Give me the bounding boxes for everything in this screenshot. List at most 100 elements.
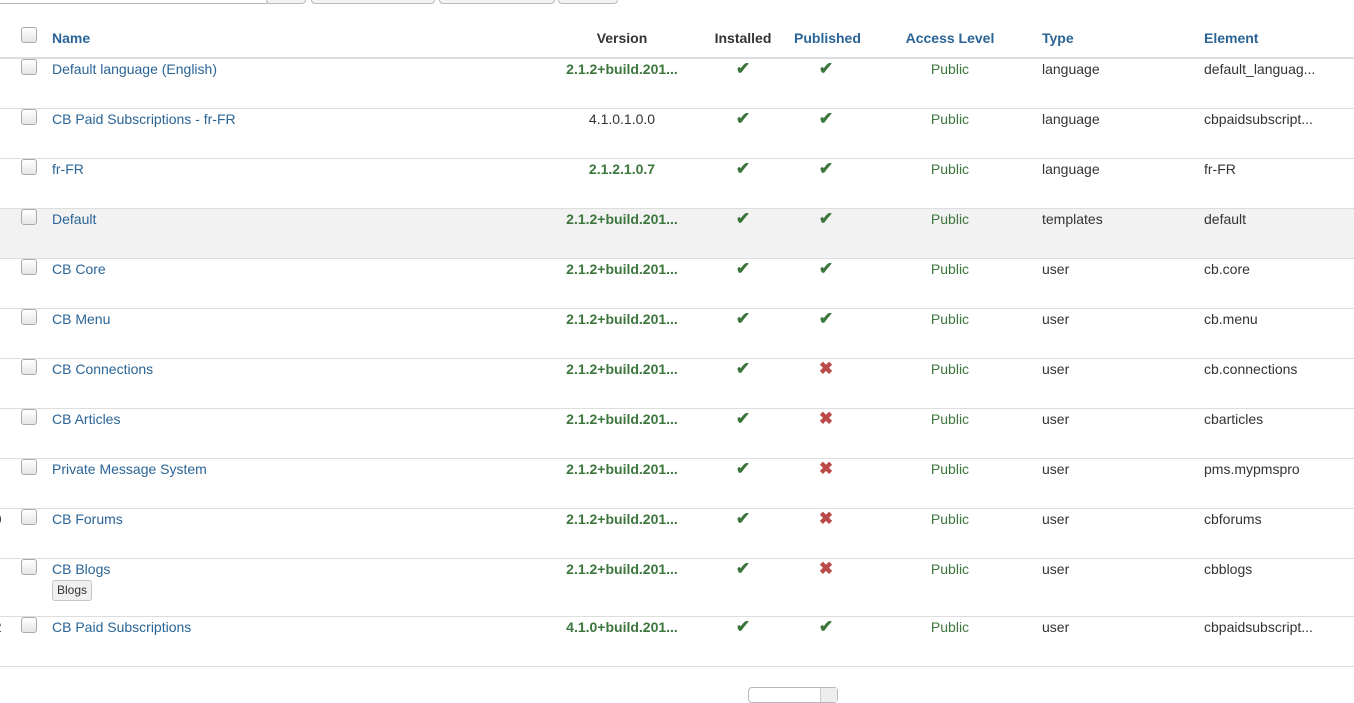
plugin-name-link[interactable]: CB Paid Subscriptions	[52, 619, 191, 635]
plugin-name-link[interactable]: CB Blogs	[52, 561, 110, 577]
unpublished-cross-icon[interactable]: ✖	[819, 509, 833, 528]
row-checkbox[interactable]	[21, 108, 37, 125]
pagination-limit-select[interactable]	[748, 687, 838, 703]
column-type-sort[interactable]: Type	[1042, 20, 1204, 59]
row-checkbox[interactable]	[21, 558, 37, 575]
row-checkbox[interactable]	[21, 158, 37, 175]
access-level-cell: Public	[930, 510, 970, 527]
published-cell: ✔	[794, 308, 858, 358]
installed-cell: ✔	[692, 158, 794, 208]
version-cell: 2.1.2+build.201...	[566, 210, 678, 227]
element-cell: cb.core	[1204, 260, 1250, 277]
access-level-cell: Public	[930, 260, 970, 277]
version-cell: 4.1.0+build.201...	[566, 618, 678, 635]
type-cell: user	[1042, 460, 1070, 477]
plugin-name-link[interactable]: Default language (English)	[52, 61, 217, 77]
column-element-sort[interactable]: Element	[1204, 20, 1354, 59]
published-check-icon[interactable]: ✔	[819, 309, 833, 328]
name-cell: CB Core	[52, 258, 552, 308]
row-checkbox[interactable]	[21, 358, 37, 375]
row-checkbox-cell	[6, 258, 52, 308]
row-checkbox[interactable]	[21, 308, 37, 325]
column-access-sort[interactable]: Access Level	[858, 20, 1042, 59]
element-cell: cbarticles	[1204, 410, 1264, 427]
plugin-name-link[interactable]: CB Paid Subscriptions - fr-FR	[52, 111, 236, 127]
access-level-cell: Public	[930, 61, 970, 77]
table-row: 1Default language (English)2.1.2+build.2…	[0, 58, 1354, 108]
select-all-checkbox[interactable]	[21, 27, 37, 43]
published-check-icon[interactable]: ✔	[819, 209, 833, 228]
published-cell: ✖	[794, 508, 858, 558]
filter-button-2[interactable]	[439, 0, 555, 4]
version-cell: 4.1.0.1.0.0	[588, 110, 656, 127]
element-cell: default_languag...	[1204, 61, 1316, 77]
table-row: 9Private Message System2.1.2+build.201..…	[0, 458, 1354, 508]
name-cell: CB Paid Subscriptions	[52, 616, 552, 666]
version-cell: 2.1.2+build.201...	[566, 360, 678, 377]
type-cell: user	[1042, 618, 1070, 635]
element-cell: cbblogs	[1204, 560, 1253, 577]
column-name-sort[interactable]: Name	[52, 20, 552, 59]
element-cell: fr-FR	[1204, 160, 1236, 177]
published-check-icon[interactable]: ✔	[819, 59, 833, 78]
row-checkbox[interactable]	[21, 616, 37, 633]
column-published-sort[interactable]: Published	[794, 20, 861, 59]
row-checkbox[interactable]	[21, 408, 37, 425]
plugin-name-link[interactable]: Private Message System	[52, 461, 207, 477]
installed-cell: ✔	[692, 208, 794, 258]
installed-cell: ✔	[692, 58, 794, 108]
access-level-cell: Public	[930, 160, 970, 177]
published-check-icon[interactable]: ✔	[819, 617, 833, 636]
version-cell: 2.1.2+build.201...	[566, 260, 678, 277]
row-checkbox[interactable]	[21, 258, 37, 275]
published-cell: ✖	[794, 408, 858, 458]
unpublished-cross-icon[interactable]: ✖	[819, 559, 833, 578]
search-button[interactable]	[266, 0, 306, 4]
published-check-icon[interactable]: ✔	[819, 159, 833, 178]
installed-cell: ✔	[692, 108, 794, 158]
plugin-name-link[interactable]: CB Forums	[52, 511, 123, 527]
chevron-down-icon	[820, 688, 837, 702]
type-cell: language	[1042, 160, 1100, 177]
published-cell: ✖	[794, 458, 858, 508]
plugin-name-link[interactable]: Default	[52, 211, 96, 227]
row-checkbox[interactable]	[21, 208, 37, 225]
search-input[interactable]	[0, 0, 268, 4]
plugin-name-link[interactable]: CB Core	[52, 261, 106, 277]
unpublished-cross-icon[interactable]: ✖	[819, 409, 833, 428]
unpublished-cross-icon[interactable]: ✖	[819, 359, 833, 378]
plugin-name-link[interactable]: CB Connections	[52, 361, 153, 377]
type-cell: language	[1042, 61, 1100, 77]
element-cell: pms.mypmspro	[1204, 460, 1300, 477]
row-checkbox-cell	[6, 158, 52, 208]
row-checkbox[interactable]	[21, 508, 37, 525]
check-icon: ✔	[735, 508, 751, 528]
type-cell: user	[1042, 260, 1070, 277]
reset-button[interactable]	[558, 0, 618, 4]
published-check-icon[interactable]: ✔	[819, 259, 833, 278]
check-icon: ✔	[735, 308, 751, 328]
published-check-icon[interactable]: ✔	[819, 109, 833, 128]
row-checkbox-cell	[6, 408, 52, 458]
name-cell: Private Message System	[52, 458, 552, 508]
table-row: 3fr-FR2.1.2.1.0.7✔✔Publiclanguagefr-FR	[0, 158, 1354, 208]
check-icon: ✔	[735, 458, 751, 478]
filter-button[interactable]	[311, 0, 435, 4]
name-cell: CB Menu	[52, 308, 552, 358]
table-row: 5CB Core2.1.2+build.201...✔✔Publicusercb…	[0, 258, 1354, 308]
check-icon: ✔	[735, 158, 751, 178]
type-cell: user	[1042, 510, 1070, 527]
published-cell: ✔	[794, 158, 858, 208]
name-cell: Default	[52, 208, 552, 258]
check-icon: ✔	[735, 208, 751, 228]
unpublished-cross-icon[interactable]: ✖	[819, 459, 833, 478]
name-cell: CB Blogs Blogs	[52, 558, 552, 616]
row-checkbox[interactable]	[21, 59, 37, 75]
name-cell: CB Connections	[52, 358, 552, 408]
check-icon: ✔	[735, 108, 751, 128]
plugin-name-link[interactable]: fr-FR	[52, 161, 84, 177]
row-checkbox-cell	[6, 558, 52, 616]
plugin-name-link[interactable]: CB Menu	[52, 311, 110, 327]
row-checkbox[interactable]	[21, 458, 37, 475]
plugin-name-link[interactable]: CB Articles	[52, 411, 120, 427]
